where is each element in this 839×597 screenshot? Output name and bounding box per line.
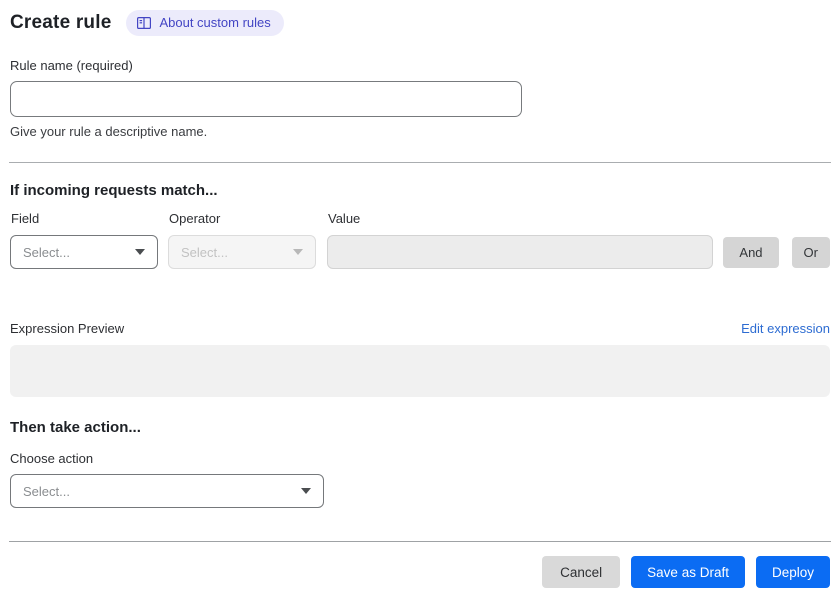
rule-name-helper-text: Give your rule a descriptive name. <box>10 124 208 139</box>
cancel-button[interactable]: Cancel <box>542 556 621 588</box>
value-input <box>327 235 714 269</box>
chevron-down-icon <box>293 249 303 255</box>
footer-divider <box>9 541 831 542</box>
choose-action-placeholder: Select... <box>23 483 70 499</box>
operator-select-placeholder: Select... <box>181 244 228 260</box>
choose-action-select[interactable]: Select... <box>10 474 324 508</box>
expression-preview-row: Expression Preview Edit expression <box>10 321 830 336</box>
book-icon <box>137 16 152 29</box>
about-custom-rules-label: About custom rules <box>159 15 271 30</box>
operator-column: Operator Select... <box>168 211 316 269</box>
operator-select: Select... <box>168 235 316 269</box>
save-as-draft-button[interactable]: Save as Draft <box>631 556 745 588</box>
page-header: Create rule About custom rules <box>10 10 830 36</box>
operator-label: Operator <box>169 211 221 226</box>
page-title: Create rule <box>10 12 112 33</box>
value-label: Value <box>328 211 361 226</box>
rule-name-input[interactable] <box>10 81 522 117</box>
create-rule-page: Create rule About custom rules Rule name… <box>0 0 839 588</box>
field-column: Field Select... <box>10 211 158 269</box>
or-button[interactable]: Or <box>791 237 830 268</box>
field-select[interactable]: Select... <box>10 235 158 269</box>
expression-preview-box <box>10 345 830 397</box>
field-select-placeholder: Select... <box>23 244 70 260</box>
chevron-down-icon <box>135 249 145 255</box>
deploy-button[interactable]: Deploy <box>755 556 830 588</box>
action-section-heading: Then take action... <box>10 419 141 436</box>
condition-row: Field Select... Operator Select... Value… <box>10 211 830 269</box>
value-column: Value <box>327 211 714 269</box>
footer-actions: Cancel Save as Draft Deploy <box>10 556 830 588</box>
match-section-heading: If incoming requests match... <box>10 182 218 199</box>
rule-name-label: Rule name (required) <box>10 58 133 73</box>
field-label: Field <box>11 211 40 226</box>
edit-expression-link[interactable]: Edit expression <box>741 321 830 336</box>
chevron-down-icon <box>301 488 311 494</box>
and-button[interactable]: And <box>723 237 779 268</box>
expression-preview-label: Expression Preview <box>10 321 125 336</box>
about-custom-rules-link[interactable]: About custom rules <box>126 10 284 36</box>
section-divider <box>9 162 831 163</box>
choose-action-label: Choose action <box>10 451 94 466</box>
